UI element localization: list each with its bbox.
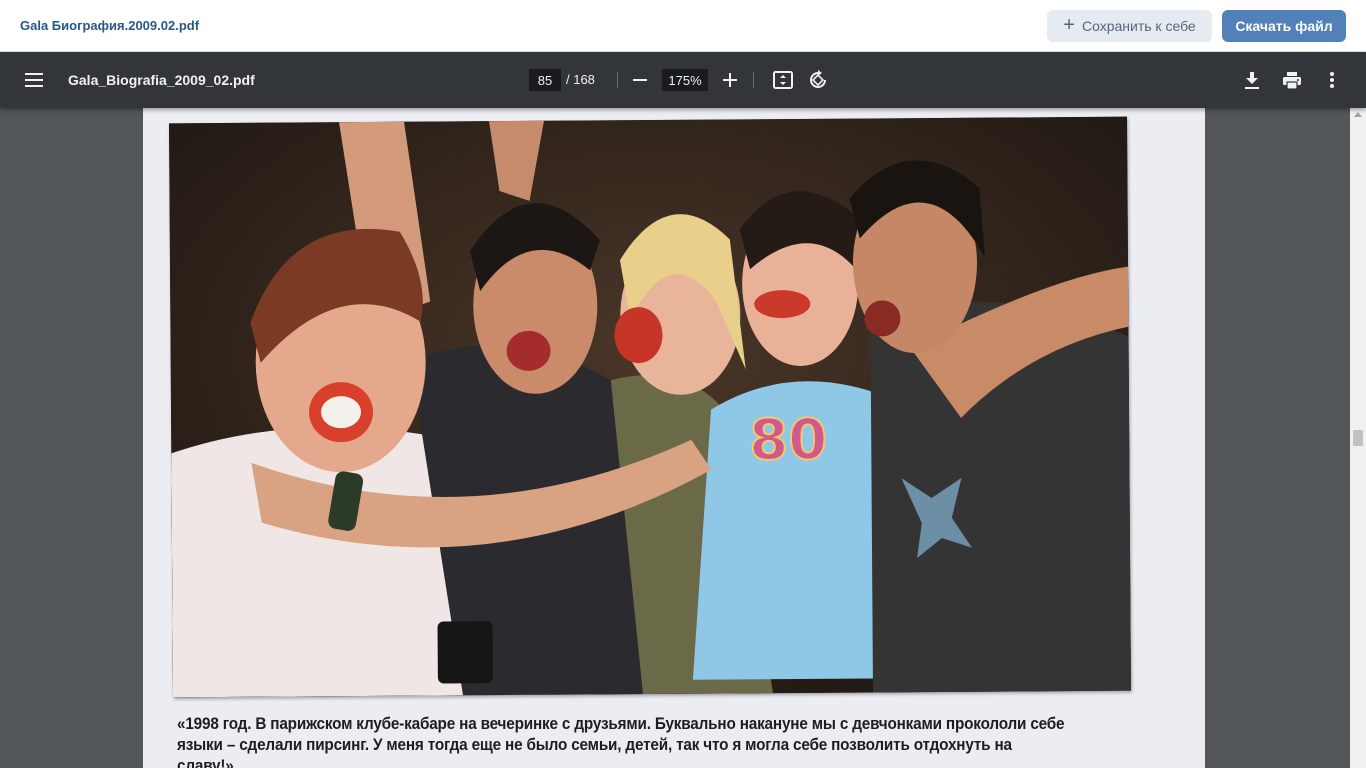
rotate-icon[interactable]	[806, 68, 830, 92]
party-photo-illustration: 80	[169, 116, 1131, 698]
divider	[617, 72, 618, 88]
save-button-label: Сохранить к себе	[1081, 18, 1196, 34]
download-file-button[interactable]: Скачать файл	[1222, 10, 1346, 42]
page-number-input[interactable]: 85	[529, 69, 561, 91]
save-to-account-button[interactable]: + Сохранить к себе	[1047, 10, 1212, 42]
zoom-in-icon[interactable]	[718, 68, 742, 92]
page-total: / 168	[566, 72, 595, 87]
caption-line-1: «1998 год. В парижском клубе-кабаре на в…	[177, 714, 1065, 733]
zoom-level-input[interactable]: 175%	[662, 69, 708, 91]
scroll-up-arrow-icon[interactable]	[1354, 112, 1362, 117]
top-header: Gala Биография.2009.02.pdf + Сохранить к…	[0, 0, 1366, 52]
party-photo: 80	[169, 116, 1131, 698]
caption-line-2: языки – сделали пирсинг. У меня тогда ещ…	[177, 735, 1012, 768]
download-icon[interactable]	[1240, 68, 1264, 92]
pdf-file-name: Gala_Biografia_2009_02.pdf	[68, 72, 255, 88]
zoom-out-icon[interactable]	[628, 68, 652, 92]
print-icon[interactable]	[1280, 68, 1304, 92]
scroll-thumb[interactable]	[1353, 430, 1363, 446]
menu-icon[interactable]	[22, 68, 46, 92]
pdf-page: 80 «1998 год. В парижском клубе-кабаре н…	[143, 108, 1205, 768]
pdf-toolbar: Gala_Biografia_2009_02.pdf 85 / 168 175%	[0, 52, 1366, 108]
divider	[753, 72, 754, 88]
more-options-icon[interactable]	[1320, 68, 1344, 92]
shirt-number: 80	[749, 408, 827, 474]
pdf-viewer-area[interactable]: 80 «1998 год. В парижском клубе-кабаре н…	[0, 108, 1350, 768]
document-title[interactable]: Gala Биография.2009.02.pdf	[20, 18, 199, 33]
plus-icon: +	[1063, 14, 1075, 36]
fit-page-icon[interactable]	[771, 68, 795, 92]
vertical-scrollbar[interactable]	[1350, 108, 1366, 768]
photo-caption: «1998 год. В парижском клубе-кабаре на в…	[177, 713, 1068, 768]
